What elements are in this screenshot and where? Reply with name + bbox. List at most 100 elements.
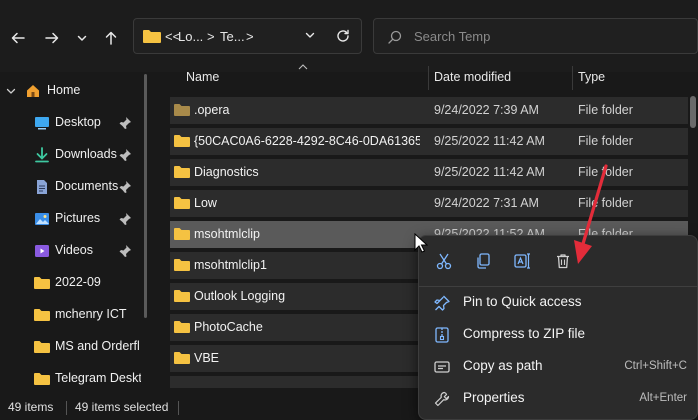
- sidebar-label: 2022-09: [55, 275, 101, 289]
- menu-item-label: Pin to Quick access: [463, 294, 582, 309]
- file-row-low[interactable]: Low 9/24/2022 7:31 AM File folder: [170, 190, 688, 217]
- folder-icon: [34, 309, 50, 321]
- sidebar-scrollbar[interactable]: [144, 74, 147, 318]
- menu-item-compress-to-zip[interactable]: Compress to ZIP file: [425, 320, 693, 350]
- desktop-icon: [35, 117, 49, 130]
- breadcrumb-item-temp[interactable]: Te...: [220, 29, 245, 44]
- chevron-down-icon[interactable]: [6, 86, 16, 96]
- menu-item-label: Properties: [463, 390, 525, 405]
- annotation-arrow: [574, 164, 608, 264]
- folder-icon: [143, 30, 161, 43]
- document-icon: [37, 180, 47, 194]
- pin-icon[interactable]: [118, 212, 132, 226]
- sidebar-item-pictures[interactable]: Pictures: [0, 204, 148, 234]
- pin-icon[interactable]: [118, 148, 132, 162]
- folder-icon: [174, 135, 190, 147]
- chevron-down-icon: [77, 35, 87, 41]
- file-name: msohtmlclip1: [194, 258, 267, 272]
- pictures-icon: [35, 213, 49, 225]
- home-icon: [27, 85, 39, 97]
- file-row-opera[interactable]: .opera 9/24/2022 7:39 AM File folder: [170, 97, 688, 124]
- file-row-diagnostics[interactable]: Diagnostics 9/25/2022 11:42 AM File fold…: [170, 159, 688, 186]
- sidebar-item-2022-09[interactable]: 2022-09: [0, 268, 148, 298]
- menu-item-shortcut: Alt+Enter: [639, 392, 687, 404]
- sidebar-label: Downloads: [55, 147, 117, 161]
- copy-button[interactable]: [470, 248, 496, 274]
- file-row-guid[interactable]: {50CAC0A6-6228-4292-8C46-0DA613657... 9/…: [170, 128, 688, 155]
- address-dropdown-button[interactable]: [304, 29, 316, 41]
- menu-item-properties[interactable]: Properties Alt+Enter: [425, 384, 693, 414]
- search-icon: [388, 30, 402, 44]
- file-type: File folder: [578, 103, 633, 117]
- arrow-up-icon: [105, 31, 117, 45]
- file-name: .opera: [194, 103, 230, 117]
- folder-icon: [34, 277, 50, 289]
- rename-button[interactable]: [509, 248, 535, 274]
- sidebar-label: Desktop: [55, 115, 101, 129]
- column-divider[interactable]: [428, 66, 429, 90]
- menu-item-copy-as-path[interactable]: Copy as path Ctrl+Shift+C: [425, 352, 693, 382]
- folder-icon: [174, 352, 190, 364]
- sidebar-item-mchenry-ict[interactable]: mchenry ICT: [0, 300, 148, 330]
- breadcrumb-separator[interactable]: >: [207, 29, 215, 44]
- search-box[interactable]: Search Temp: [373, 18, 698, 54]
- chevron-down-icon: [305, 32, 315, 38]
- sidebar-item-videos[interactable]: Videos: [0, 236, 148, 266]
- menu-item-pin-to-quick-access[interactable]: Pin to Quick access: [425, 288, 693, 318]
- folder-icon: [174, 197, 190, 209]
- file-type: File folder: [578, 134, 633, 148]
- download-icon: [35, 147, 49, 163]
- pin-icon[interactable]: [118, 244, 132, 258]
- breadcrumb-item-local[interactable]: Lo...: [178, 29, 203, 44]
- column-divider[interactable]: [572, 66, 573, 90]
- status-divider: [178, 401, 179, 415]
- forward-button[interactable]: [40, 26, 64, 50]
- file-date: 9/25/2022 11:42 AM: [434, 165, 545, 179]
- back-button[interactable]: [6, 26, 30, 50]
- folder-icon: [174, 104, 190, 116]
- column-header-date[interactable]: Date modified: [434, 70, 511, 84]
- videos-icon: [35, 245, 49, 257]
- status-divider: [66, 401, 67, 415]
- sidebar-label: Pictures: [55, 211, 101, 225]
- file-name: Low: [194, 196, 217, 210]
- cut-button[interactable]: [431, 248, 457, 274]
- file-date: 9/24/2022 7:31 AM: [434, 196, 539, 210]
- column-header-name[interactable]: Name: [186, 70, 219, 84]
- arrow-right-icon: [45, 32, 59, 44]
- folder-icon: [174, 290, 190, 302]
- up-button[interactable]: [99, 26, 123, 50]
- file-name: Outlook Logging: [194, 289, 286, 303]
- arrow-left-icon: [11, 32, 25, 44]
- file-date: 9/24/2022 7:39 AM: [434, 103, 539, 117]
- sidebar-item-documents[interactable]: Documents: [0, 172, 148, 202]
- file-list-scrollbar[interactable]: [690, 96, 696, 128]
- folder-icon: [34, 341, 50, 353]
- pin-icon[interactable]: [118, 116, 132, 130]
- recent-locations-button[interactable]: [70, 26, 94, 50]
- refresh-button[interactable]: [335, 28, 351, 44]
- pin-icon[interactable]: [118, 180, 132, 194]
- sidebar-item-telegram-desktop[interactable]: Telegram Deskt: [0, 364, 148, 394]
- address-bar[interactable]: << Lo... > Te... >: [133, 18, 362, 54]
- item-count: 49 items: [8, 400, 54, 414]
- sidebar-label: Home: [47, 83, 81, 97]
- file-name: Diagnostics: [194, 165, 259, 179]
- sidebar-item-ms-and-orderfl[interactable]: MS and Orderfl: [0, 332, 148, 362]
- context-menu: Pin to Quick access Compress to ZIP file…: [418, 235, 698, 420]
- menu-item-label: Copy as path: [463, 358, 543, 373]
- breadcrumb-separator[interactable]: >: [246, 29, 254, 44]
- copy-path-icon: [434, 361, 450, 373]
- sidebar-label: Telegram Deskt: [55, 371, 141, 385]
- menu-item-label: Compress to ZIP file: [463, 326, 586, 341]
- sidebar-item-desktop[interactable]: Desktop: [0, 108, 148, 138]
- sidebar-item-home[interactable]: Home: [0, 76, 148, 106]
- file-date: 9/25/2022 11:42 AM: [434, 134, 545, 148]
- menu-item-shortcut: Ctrl+Shift+C: [624, 360, 687, 372]
- sidebar-item-downloads[interactable]: Downloads: [0, 140, 148, 170]
- folder-icon: [174, 259, 190, 271]
- pin-icon: [434, 295, 450, 311]
- selected-count: 49 items selected: [75, 400, 169, 414]
- column-header-type[interactable]: Type: [578, 70, 605, 84]
- properties-icon: [434, 391, 450, 407]
